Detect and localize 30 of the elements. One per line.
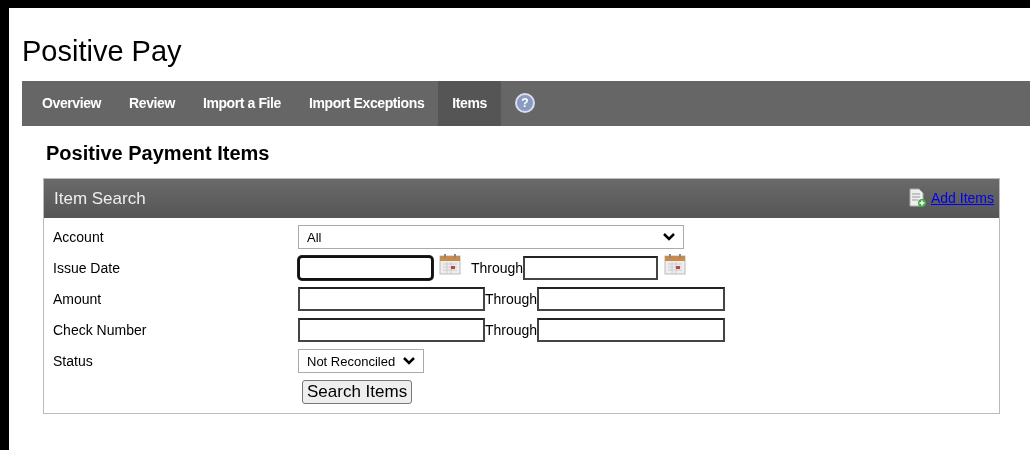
through-label: Through xyxy=(485,289,538,309)
page-title: Positive Payment Items xyxy=(46,140,271,166)
nav-tab[interactable]: Import Exceptions xyxy=(294,80,439,126)
add-document-icon[interactable] xyxy=(908,188,927,209)
input-field[interactable] xyxy=(298,287,485,312)
field-label: Check Number xyxy=(53,320,148,340)
field-label: Status xyxy=(53,351,94,371)
through-label: Through xyxy=(471,258,524,278)
field-label: Account xyxy=(53,227,105,247)
input-field[interactable] xyxy=(523,256,659,281)
nav-tab[interactable]: Items xyxy=(438,80,501,126)
search-button[interactable]: Search Items xyxy=(302,380,413,405)
nav-tab[interactable]: Overview xyxy=(28,80,116,126)
field-label: Amount xyxy=(53,289,103,309)
calendar-icon[interactable] xyxy=(439,253,461,276)
nav-tab[interactable]: Review xyxy=(115,80,189,126)
calendar-icon[interactable] xyxy=(664,253,687,276)
input-field[interactable] xyxy=(537,287,726,312)
app-title: Positive Pay xyxy=(22,34,183,69)
input-field[interactable] xyxy=(298,256,433,281)
panel-title: Item Search xyxy=(54,187,146,210)
nav-tab[interactable]: Import a File xyxy=(188,80,295,126)
input-field[interactable] xyxy=(298,318,485,343)
chevron-icon xyxy=(663,233,675,242)
input-field[interactable] xyxy=(537,318,726,343)
through-label: Through xyxy=(485,320,538,340)
account-select[interactable]: All xyxy=(298,225,684,250)
status-select[interactable]: Not Reconciled xyxy=(298,349,425,374)
field-label: Issue Date xyxy=(53,258,121,278)
chevron-icon xyxy=(403,357,416,366)
